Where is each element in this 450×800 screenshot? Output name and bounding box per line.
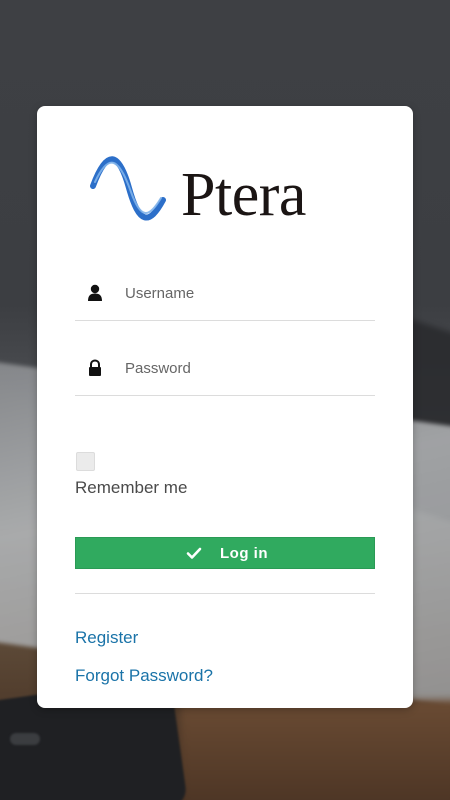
user-icon [88,284,102,301]
login-card: Ptera Remember me Log in Register Forgot… [37,106,413,708]
wave-logo-icon [90,156,166,221]
forgot-password-link[interactable]: Forgot Password? [75,666,213,686]
lock-icon [89,359,101,376]
password-input[interactable] [125,353,365,383]
background-phone-button [10,733,40,745]
remember-me-label: Remember me [75,478,188,497]
remember-me-checkbox[interactable] [76,452,95,471]
username-field [75,268,375,321]
divider [75,593,375,594]
login-button-label: Log in [220,544,268,562]
password-field [75,343,375,396]
check-icon [186,547,202,559]
username-input[interactable] [125,278,365,308]
register-link[interactable]: Register [75,628,138,648]
app-logo: Ptera [89,148,369,238]
background-table [180,700,450,800]
logo-text: Ptera [181,161,306,229]
login-button[interactable]: Log in [75,537,375,569]
